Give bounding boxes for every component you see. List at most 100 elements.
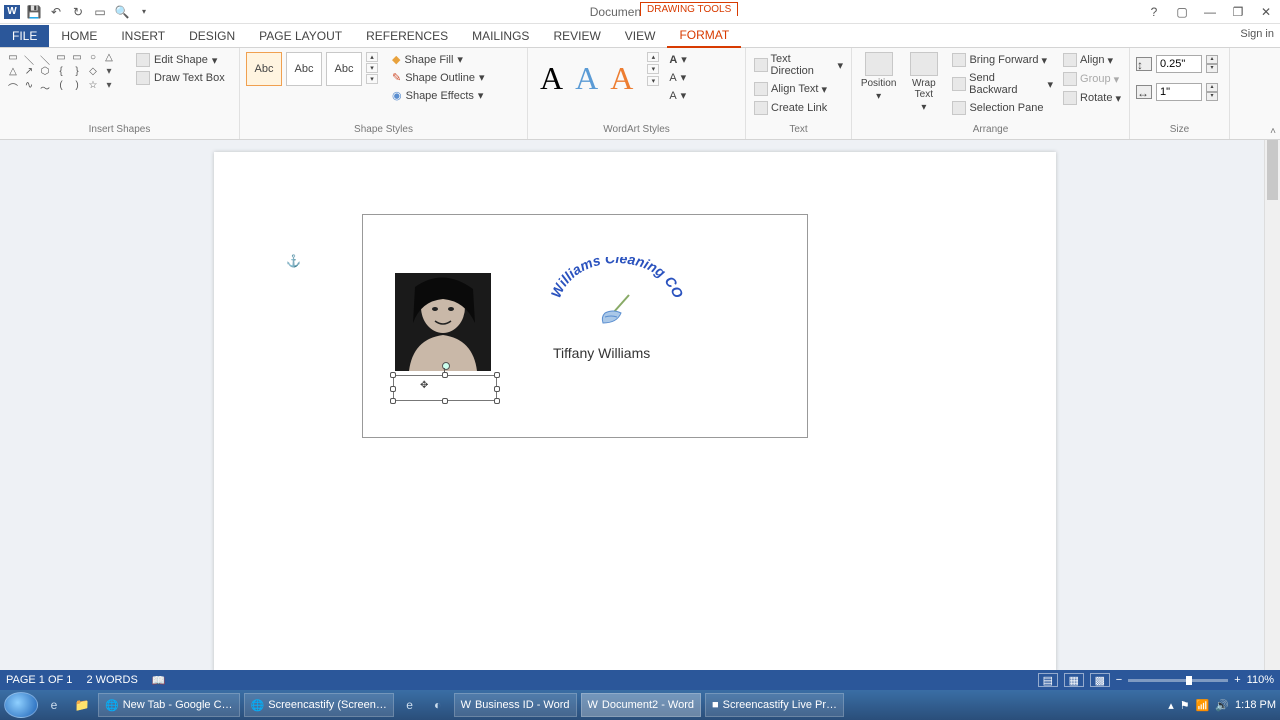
shape-height-field[interactable]: ↕ ▴▾ <box>1136 55 1218 73</box>
width-icon: ↔ <box>1136 85 1152 99</box>
shape-effects-button[interactable]: ◉Shape Effects ▾ <box>390 88 486 103</box>
tab-home[interactable]: HOME <box>49 25 109 47</box>
edit-shape-button[interactable]: Edit Shape ▾ <box>134 52 227 68</box>
tray-network-icon[interactable]: 📶 <box>1196 699 1210 712</box>
word-count[interactable]: 2 WORDS <box>86 674 137 686</box>
collapse-ribbon-icon[interactable]: ˄ <box>1270 126 1276 137</box>
selection-pane-button[interactable]: Selection Pane <box>950 100 1055 116</box>
group-shape-styles: Shape Styles <box>246 124 521 137</box>
resize-handle[interactable] <box>494 386 500 392</box>
contextual-tab-label: DRAWING TOOLS <box>640 2 738 16</box>
group-button[interactable]: Group ▾ <box>1061 71 1123 87</box>
taskbar-media-icon[interactable]: ◐ <box>426 693 450 717</box>
tray-action-center-icon[interactable]: ⚑ <box>1180 699 1190 712</box>
print-preview-icon[interactable]: 🔍 <box>114 4 130 20</box>
rotate-button[interactable]: Rotate ▾ <box>1061 90 1123 106</box>
group-insert-shapes: Insert Shapes <box>6 124 233 137</box>
resize-handle[interactable] <box>390 398 396 404</box>
read-mode-button[interactable]: ▤ <box>1038 673 1058 687</box>
tray-clock[interactable]: 1:18 PM <box>1235 699 1276 711</box>
group-text: Text <box>752 124 845 137</box>
zoom-out-button[interactable]: − <box>1116 674 1122 686</box>
word-app-icon: W <box>4 5 20 19</box>
close-button[interactable]: ✕ <box>1256 4 1276 20</box>
group-arrange: Arrange <box>858 124 1123 137</box>
bring-forward-button[interactable]: Bring Forward ▾ <box>950 52 1055 68</box>
tab-format[interactable]: FORMAT <box>667 24 741 48</box>
vertical-scrollbar[interactable] <box>1264 140 1280 670</box>
shapes-gallery[interactable]: ▭＼＼▭▭○△ △↗⬡{}◇▾ ⌒∿〜()☆▾ <box>6 52 124 92</box>
tab-design[interactable]: DESIGN <box>177 25 247 47</box>
height-input[interactable] <box>1156 55 1202 73</box>
business-card-frame[interactable]: Williams Cleaning CO Tiffany Williams <box>362 214 808 438</box>
taskbar-word2[interactable]: W Document2 - Word <box>581 693 702 717</box>
resize-handle[interactable] <box>494 372 500 378</box>
portrait-photo[interactable] <box>395 273 491 371</box>
zoom-level[interactable]: 110% <box>1247 674 1274 686</box>
signin-link[interactable]: Sign in <box>1240 28 1274 40</box>
proofing-icon[interactable]: 📖 <box>152 674 166 687</box>
new-icon[interactable]: ▭ <box>92 4 108 20</box>
resize-handle[interactable] <box>442 372 448 378</box>
text-outline-button[interactable]: A▾ <box>667 70 688 85</box>
taskbar-word1[interactable]: W Business ID - Word <box>454 693 577 717</box>
taskbar-explorer-icon[interactable]: 📁 <box>70 693 94 717</box>
redo-icon[interactable]: ↻ <box>70 4 86 20</box>
qat-more-icon[interactable]: ▾ <box>136 4 152 20</box>
tab-review[interactable]: REVIEW <box>541 25 612 47</box>
resize-handle[interactable] <box>494 398 500 404</box>
tray-volume-icon[interactable]: 🔊 <box>1215 699 1229 712</box>
resize-handle[interactable] <box>390 386 396 392</box>
taskbar-screencastify-live[interactable]: ■ Screencastify Live Pr… <box>705 693 844 717</box>
shape-width-field[interactable]: ↔ ▴▾ <box>1136 83 1218 101</box>
height-icon: ↕ <box>1136 57 1152 71</box>
tab-file[interactable]: FILE <box>0 25 49 47</box>
start-button[interactable] <box>4 692 38 718</box>
tab-page-layout[interactable]: PAGE LAYOUT <box>247 25 354 47</box>
tab-insert[interactable]: INSERT <box>109 25 177 47</box>
create-link-button[interactable]: Create Link <box>752 100 845 116</box>
resize-handle[interactable] <box>442 398 448 404</box>
minimize-button[interactable]: — <box>1200 4 1220 20</box>
tray-show-hidden-icon[interactable]: ▴ <box>1168 699 1174 712</box>
print-layout-button[interactable]: ▦ <box>1064 673 1084 687</box>
draw-text-box-button[interactable]: Draw Text Box <box>134 70 227 86</box>
align-button[interactable]: Align ▾ <box>1061 52 1123 68</box>
zoom-in-button[interactable]: + <box>1234 674 1240 686</box>
text-direction-button[interactable]: Text Direction ▾ <box>752 52 845 78</box>
text-fill-button[interactable]: A▾ <box>667 52 688 67</box>
shape-fill-button[interactable]: ◆Shape Fill ▾ <box>390 52 486 67</box>
group-size: Size <box>1136 124 1223 137</box>
tab-view[interactable]: VIEW <box>613 25 668 47</box>
resize-handle[interactable] <box>390 372 396 378</box>
selected-text-box[interactable]: ✥ <box>393 375 497 401</box>
position-button[interactable]: Position▾ <box>858 52 899 102</box>
help-button[interactable]: ? <box>1144 4 1164 20</box>
group-wordart-styles: WordArt Styles <box>534 124 739 137</box>
text-effects-button[interactable]: A▾ <box>667 88 688 103</box>
document-area[interactable]: ⚓ Williams Cleaning CO <box>0 140 1264 670</box>
zoom-slider[interactable] <box>1128 679 1228 682</box>
tab-mailings[interactable]: MAILINGS <box>460 25 541 47</box>
align-text-button[interactable]: Align Text ▾ <box>752 81 845 97</box>
person-name-text[interactable]: Tiffany Williams <box>553 345 650 361</box>
wordart-gallery[interactable]: A A A <box>534 52 639 105</box>
taskbar-ie2-icon[interactable]: e <box>398 693 422 717</box>
save-icon[interactable]: 💾 <box>26 4 42 20</box>
undo-icon[interactable]: ↶ <box>48 4 64 20</box>
shape-outline-button[interactable]: ✎Shape Outline ▾ <box>390 70 486 85</box>
taskbar-ie-icon[interactable]: e <box>42 693 66 717</box>
page-indicator[interactable]: PAGE 1 OF 1 <box>6 674 72 686</box>
send-backward-button[interactable]: Send Backward ▾ <box>950 71 1055 97</box>
page[interactable]: ⚓ Williams Cleaning CO <box>214 152 1056 670</box>
width-input[interactable] <box>1156 83 1202 101</box>
shape-style-gallery[interactable]: Abc Abc Abc ▴▾▾ <box>246 52 378 86</box>
restore-button[interactable]: ❐ <box>1228 4 1248 20</box>
ribbon-display-button[interactable]: ▢ <box>1172 4 1192 20</box>
wrap-text-button[interactable]: Wrap Text▾ <box>903 52 944 113</box>
company-logo[interactable]: Williams Cleaning CO <box>549 257 685 327</box>
tab-references[interactable]: REFERENCES <box>354 25 460 47</box>
taskbar-chrome[interactable]: 🌐 New Tab - Google C… <box>98 693 240 717</box>
web-layout-button[interactable]: ▩ <box>1090 673 1110 687</box>
taskbar-screencastify[interactable]: 🌐 Screencastify (Screen… <box>244 693 394 717</box>
